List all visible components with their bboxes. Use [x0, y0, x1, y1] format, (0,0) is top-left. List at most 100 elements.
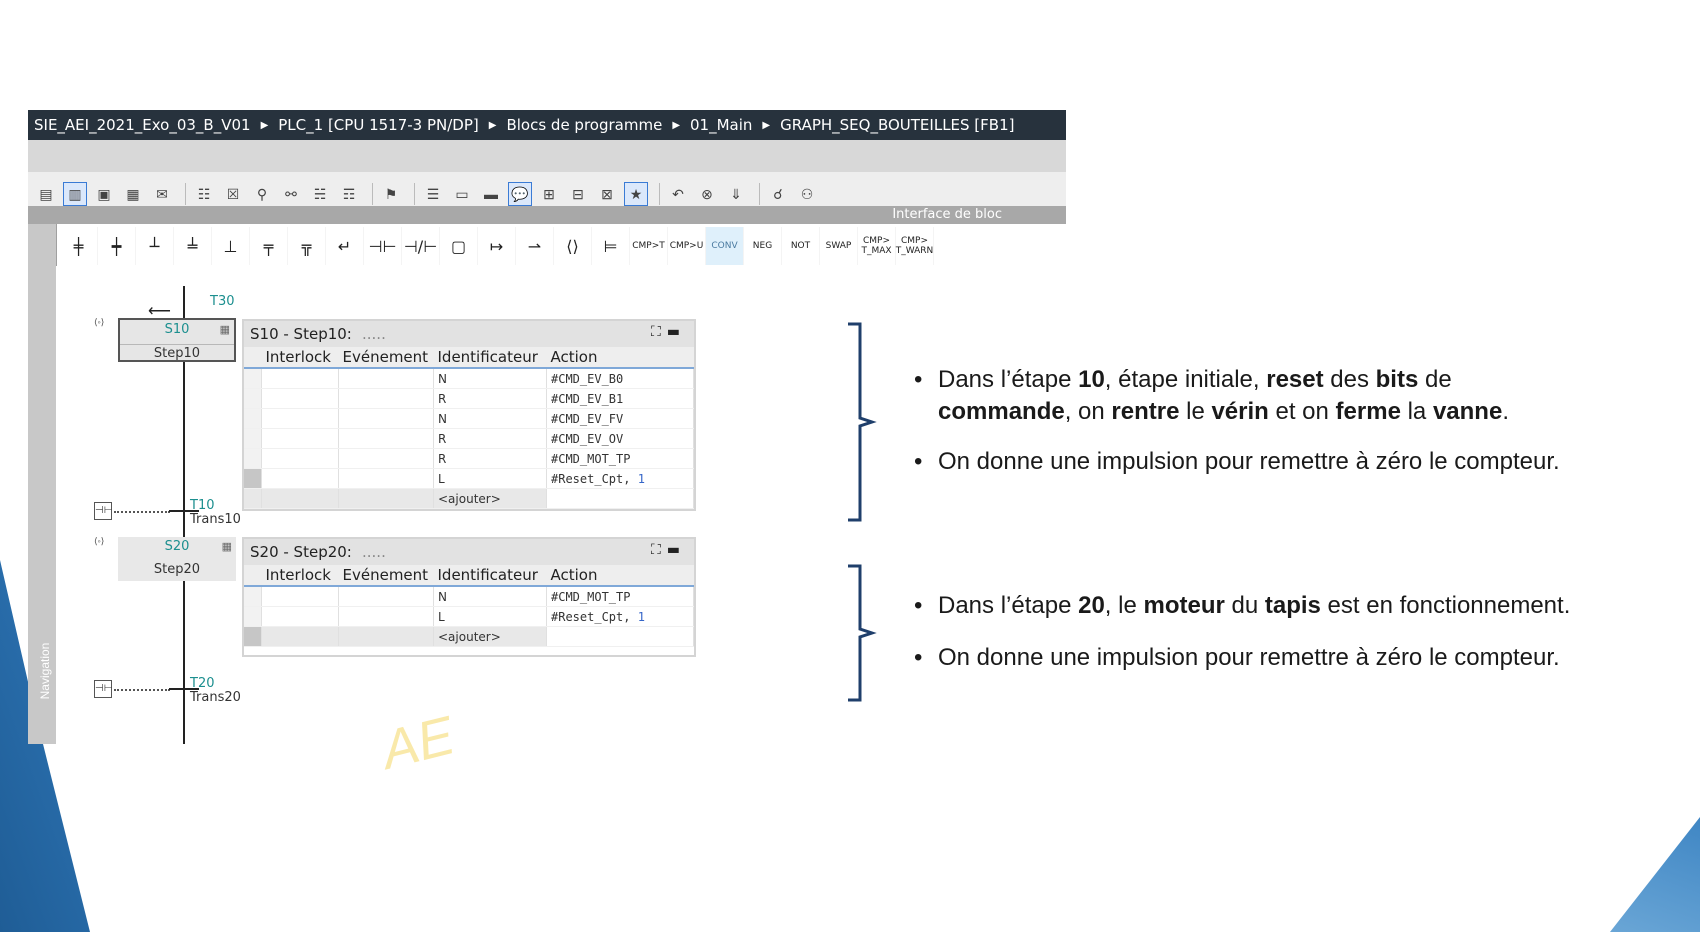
column-header-event[interactable]: Evénement	[338, 565, 434, 587]
empty-box-icon[interactable]: ▢	[440, 227, 478, 265]
table-row[interactable]: L #Reset_Cpt, 1	[244, 606, 694, 627]
error-icon[interactable]: ⊗	[695, 182, 719, 206]
no-contact-icon[interactable]: ⊣⊢	[364, 227, 402, 265]
postcode-view-icon[interactable]: ▦	[121, 182, 145, 206]
zoom-trans-icon[interactable]: ⊟	[566, 182, 590, 206]
block-interface-bar[interactable]: Interface de bloc	[28, 206, 1066, 224]
delete-network-icon[interactable]: ☒	[221, 182, 245, 206]
breadcrumb-separator-icon: ▶	[672, 119, 681, 131]
coil-icon[interactable]: ⟨⟩	[554, 227, 592, 265]
action-table: Interlock Evénement Identificateur Actio…	[244, 565, 694, 647]
column-header-identifier[interactable]: Identificateur	[433, 565, 547, 587]
breadcrumb-item-main[interactable]: 01_Main	[684, 116, 758, 134]
sequence-end-icon[interactable]: ⊥	[212, 227, 250, 265]
add-row[interactable]: <ajouter>	[244, 626, 694, 647]
neg-button[interactable]: NEG	[744, 227, 782, 265]
precode-view-icon[interactable]: ▤	[34, 182, 58, 206]
open-branch-icon[interactable]: ↦	[478, 227, 516, 265]
alternative-branch-icon[interactable]: ╤	[250, 227, 288, 265]
swap-button[interactable]: SWAP	[820, 227, 858, 265]
cmp-t-warn-button[interactable]: CMP> T_WARN	[896, 227, 934, 265]
compare-icon[interactable]: ⊨	[592, 227, 630, 265]
not-button[interactable]: NOT	[782, 227, 820, 265]
close-branch-icon[interactable]: ↵	[326, 227, 364, 265]
tia-portal-screenshot: SIE_AEI_2021_Exo_03_B_V01 ▶ PLC_1 [CPU 1…	[28, 110, 1066, 744]
operand-icon[interactable]: ⚑	[379, 182, 403, 206]
add-row[interactable]: <ajouter>	[244, 488, 694, 509]
transition-contact-icon[interactable]: ⊣⊢	[94, 680, 112, 698]
column-header-action[interactable]: Action	[546, 347, 694, 369]
breadcrumb-item-blocks[interactable]: Blocs de programme	[500, 116, 668, 134]
note-bullet: On donne une impulsion pour remettre à z…	[914, 446, 1674, 478]
action-table-header: S10 - Step10: ..... ⛶▬	[244, 321, 694, 347]
alarm-view-icon[interactable]: ✉	[150, 182, 174, 206]
cmp-t-max-button[interactable]: CMP> T_MAX	[858, 227, 896, 265]
step-delete-icon[interactable]: ⚯	[279, 182, 303, 206]
branch-delete-icon[interactable]: ☶	[337, 182, 361, 206]
cmp-t-button[interactable]: CMP>T	[630, 227, 668, 265]
navigation-panel[interactable]: Navigation	[28, 224, 57, 744]
breadcrumb-item-fb1[interactable]: GRAPH_SEQ_BOUTEILLES [FB1]	[774, 116, 1020, 134]
navigation-label: Navigation	[38, 642, 52, 700]
sequence-view-icon[interactable]: ▥	[63, 182, 87, 206]
expand-icon[interactable]: ⛶	[651, 324, 667, 340]
breadcrumb-separator-icon: ▶	[762, 119, 771, 131]
column-header-identifier[interactable]: Identificateur	[433, 347, 547, 369]
column-header-action[interactable]: Action	[546, 565, 694, 587]
table-row[interactable]: N #CMD_EV_B0	[244, 368, 694, 389]
note-bullet: On donne une impulsion pour remettre à z…	[914, 642, 1684, 674]
comment-icon[interactable]: 💬	[508, 182, 532, 206]
breadcrumb-item-plc[interactable]: PLC_1 [CPU 1517-3 PN/DP]	[272, 116, 484, 134]
download-icon[interactable]: ⇓	[724, 182, 748, 206]
step-and-transition-icon[interactable]: ╪	[60, 227, 98, 265]
step-comment[interactable]: .....	[362, 543, 386, 561]
list-view-icon[interactable]: ☰	[421, 182, 445, 206]
minimize-icon[interactable]: ▬	[667, 324, 686, 340]
step-name: Step10	[120, 344, 234, 361]
step-icon[interactable]: ⚲	[250, 182, 274, 206]
end-sequence-icon[interactable]: ╧	[174, 227, 212, 265]
table-row[interactable]: N #CMD_MOT_TP	[244, 586, 694, 607]
table-row[interactable]: L #Reset_Cpt, 1	[244, 468, 694, 489]
table-row[interactable]: R #CMD_EV_B1	[244, 388, 694, 409]
column-header-interlock[interactable]: Interlock	[261, 347, 339, 369]
table-view-icon[interactable]: ▭	[450, 182, 474, 206]
table-row[interactable]: R #CMD_MOT_TP	[244, 448, 694, 469]
minimize-icon[interactable]: ▬	[667, 542, 686, 558]
column-header-event[interactable]: Evénement	[338, 347, 434, 369]
slide-decoration-right	[1610, 817, 1700, 932]
breadcrumb-item-project[interactable]: SIE_AEI_2021_Exo_03_B_V01	[28, 116, 257, 134]
goto-icon[interactable]: ↶	[666, 182, 690, 206]
transition-dotted-line	[114, 511, 170, 513]
monitor-icon[interactable]: ☌	[766, 182, 790, 206]
step-s20[interactable]: S20 ▦ Step20	[118, 537, 236, 581]
single-step-view-icon[interactable]: ▣	[92, 182, 116, 206]
step-comment[interactable]: .....	[362, 325, 386, 343]
cmp-u-button[interactable]: CMP>U	[668, 227, 706, 265]
zoom-all-icon[interactable]: ⊠	[595, 182, 619, 206]
editor-tab-strip	[28, 140, 1066, 173]
nc-contact-icon[interactable]: ⊣/⊢	[402, 227, 440, 265]
blue-view-icon[interactable]: ▬	[479, 182, 503, 206]
step-grid-icon[interactable]: ▦	[222, 540, 232, 553]
panel-controls: ⛶▬	[651, 324, 686, 340]
step-s10[interactable]: S10 ▦ Step10	[118, 318, 236, 362]
branch-icon[interactable]: ☵	[308, 182, 332, 206]
favorite-icon[interactable]: ★	[624, 182, 648, 206]
expand-icon[interactable]: ⛶	[651, 542, 667, 558]
glasses-icon[interactable]: ⚇	[795, 182, 819, 206]
jump-icon[interactable]: ┴	[136, 227, 174, 265]
step-grid-icon[interactable]: ▦	[220, 323, 230, 336]
close-branch-up-icon[interactable]: ⇀	[516, 227, 554, 265]
transition-contact-icon[interactable]: ⊣⊢	[94, 502, 112, 520]
conv-button[interactable]: CONV	[706, 227, 744, 265]
table-row[interactable]: R #CMD_EV_OV	[244, 428, 694, 449]
step-icon[interactable]: ┿	[98, 227, 136, 265]
simultaneous-branch-icon[interactable]: ╦	[288, 227, 326, 265]
zoom-step-icon[interactable]: ⊞	[537, 182, 561, 206]
action-table-title: S10 - Step10:	[250, 325, 352, 343]
insert-network-icon[interactable]: ☷	[192, 182, 216, 206]
column-header-interlock[interactable]: Interlock	[261, 565, 339, 587]
table-row[interactable]: N #CMD_EV_FV	[244, 408, 694, 429]
step-name: Step20	[153, 562, 201, 577]
